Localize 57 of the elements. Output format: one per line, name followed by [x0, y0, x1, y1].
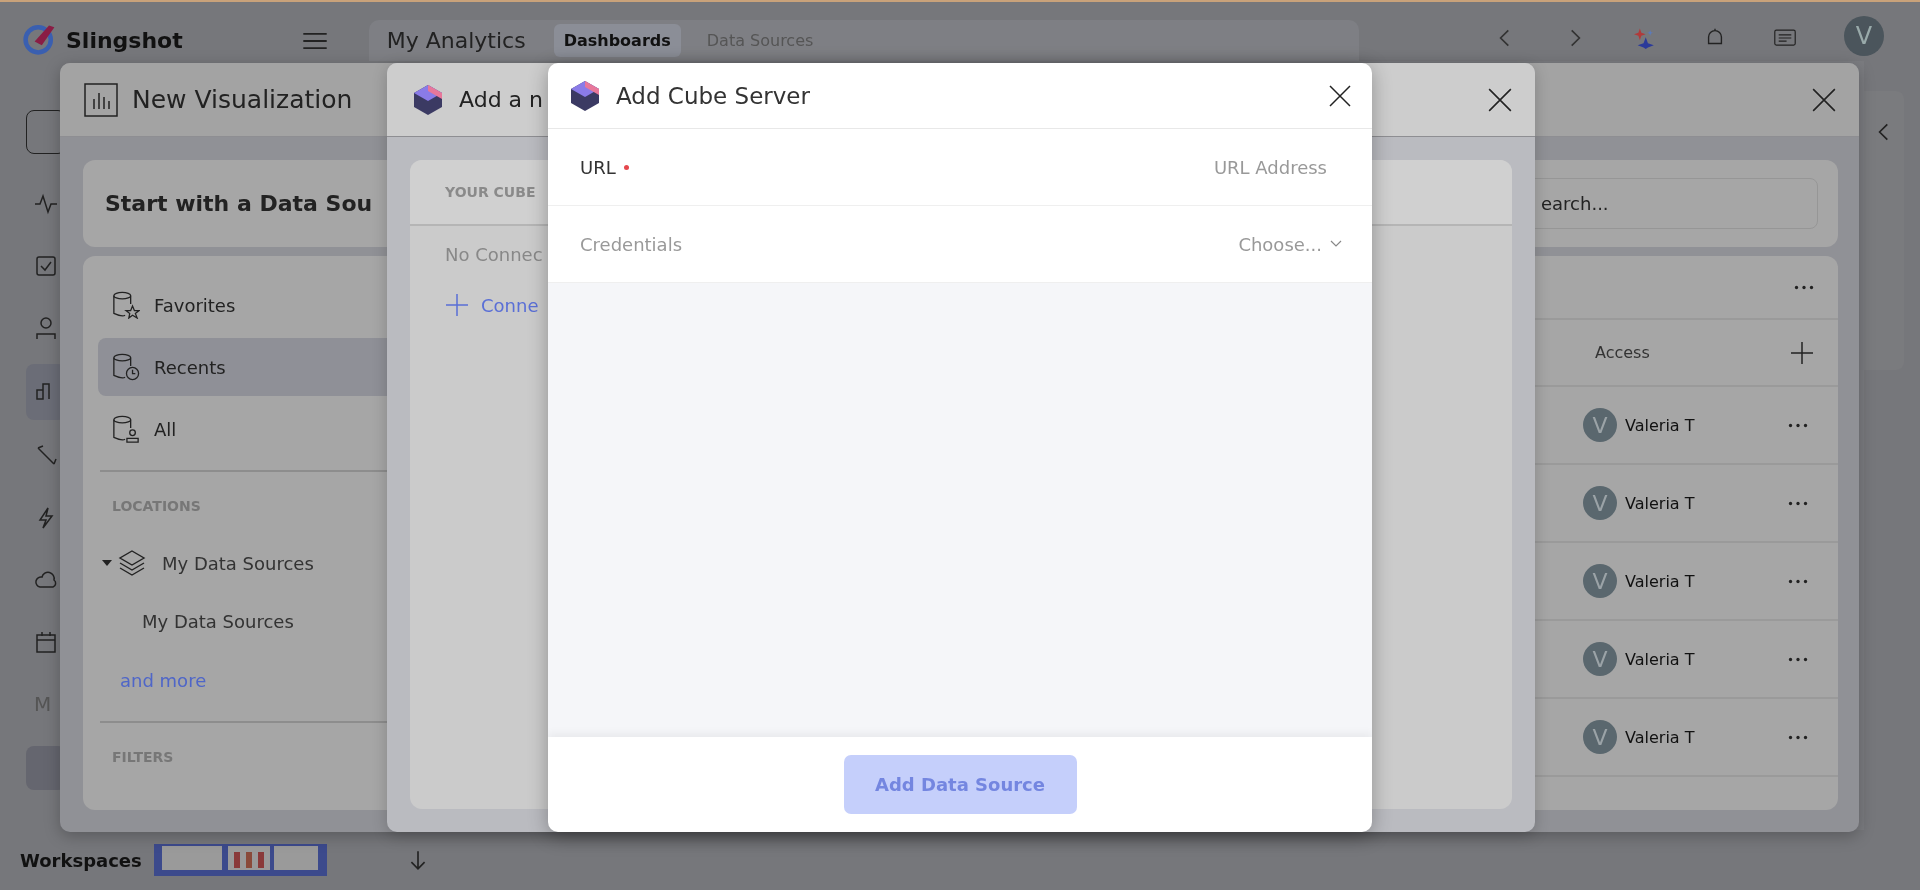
close-icon[interactable] — [1811, 86, 1837, 113]
user-avatar: V — [1583, 720, 1617, 754]
table-cell: Valeria T — [1625, 415, 1695, 435]
user-avatar: V — [1583, 408, 1617, 442]
credentials-dropdown[interactable]: Choose... — [1238, 233, 1342, 255]
source-nav-item[interactable]: All — [98, 400, 503, 458]
more-icon[interactable] — [1788, 500, 1808, 506]
caret-icon[interactable] — [102, 558, 112, 568]
message-icon[interactable] — [1774, 27, 1796, 49]
table-cell: Valeria T — [1625, 649, 1695, 669]
workspaces-label: Workspaces — [20, 849, 142, 871]
sparkle-icon[interactable] — [1634, 27, 1656, 49]
layers-icon — [118, 549, 146, 577]
empty-message: No Connec — [445, 244, 543, 265]
user-avatar: V — [1583, 486, 1617, 520]
connect-link[interactable]: Conne — [445, 293, 539, 317]
user-avatar: V — [1583, 642, 1617, 676]
database-clock-icon — [112, 353, 140, 381]
add-icon[interactable] — [1790, 340, 1814, 365]
more-icon[interactable] — [1788, 656, 1808, 662]
dialog-title: Add Cube Server — [616, 82, 810, 109]
user-avatar[interactable]: V — [1844, 16, 1884, 56]
app-logo-text: Slingshot — [66, 28, 183, 53]
more-icon[interactable] — [1788, 422, 1808, 428]
section-heading: Start with a Data Sou — [105, 191, 373, 216]
more-icon[interactable] — [1788, 734, 1808, 740]
header-title: My Analytics — [386, 28, 526, 53]
table-cell: Valeria T — [1625, 493, 1695, 513]
column-header: Access — [1595, 343, 1650, 362]
section-heading: YOUR CUBE — [445, 184, 536, 200]
plus-icon — [445, 293, 469, 317]
location-item[interactable]: My Data Sources — [162, 552, 314, 574]
calendar-icon[interactable] — [34, 630, 58, 654]
header-tab[interactable]: Dashboards — [553, 24, 681, 57]
close-icon[interactable] — [1328, 83, 1352, 108]
activity-icon[interactable] — [34, 192, 58, 216]
menu-icon[interactable] — [300, 32, 329, 50]
more-icon[interactable] — [1788, 578, 1808, 584]
dialog-title: New Visualization — [132, 85, 353, 114]
close-icon[interactable] — [1487, 86, 1513, 113]
cube-logo-icon — [568, 78, 602, 113]
table-cell: Valeria T — [1625, 571, 1695, 591]
cube-logo-icon — [411, 82, 445, 117]
table-cell: Valeria T — [1625, 727, 1695, 747]
database-user-icon — [112, 415, 140, 443]
location-item[interactable]: My Data Sources — [142, 610, 294, 632]
dialog-title: Add a n — [459, 87, 543, 112]
more-icon[interactable] — [1794, 284, 1814, 290]
field-label: Credentials — [580, 233, 683, 255]
url-field[interactable]: URL Address — [628, 155, 1342, 179]
database-star-icon — [112, 291, 140, 319]
chevron-down-icon — [1330, 240, 1342, 248]
field-label: URL — [580, 156, 616, 178]
user-avatar: V — [1583, 564, 1617, 598]
checklist-icon[interactable] — [34, 254, 58, 278]
user-icon[interactable] — [34, 316, 58, 340]
bar-chart-icon — [84, 82, 118, 117]
